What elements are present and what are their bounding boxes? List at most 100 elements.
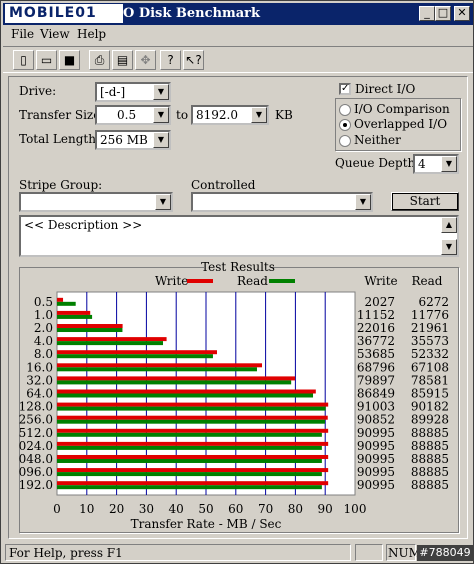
read-value: 35573 [411, 334, 449, 348]
title-bar: MOBILE01 O Disk Benchmark _ □ ✕ [3, 3, 473, 25]
read-value: 21961 [411, 321, 449, 335]
x-tick-label: 90 [318, 502, 333, 516]
scroll-up-icon[interactable]: ▲ [441, 217, 457, 233]
overlapped-io-radio[interactable] [339, 119, 351, 131]
y-category-label: 32.0 [26, 373, 53, 387]
x-tick-label: 30 [139, 502, 154, 516]
read-bar [57, 419, 325, 424]
transfer-to-value: 8192.0 [196, 108, 238, 122]
read-value: 6272 [418, 295, 449, 309]
menu-view[interactable]: View [40, 27, 70, 41]
write-bar [57, 402, 329, 407]
menu-help[interactable]: Help [77, 27, 106, 41]
transfer-from-select[interactable]: 0.5 ▼ [95, 105, 171, 125]
write-bar [57, 297, 64, 302]
write-value: 90995 [357, 439, 395, 453]
write-value: 68796 [357, 360, 395, 374]
read-value: 88885 [411, 478, 449, 492]
context-help-icon[interactable]: ↖? [183, 50, 204, 70]
chevron-down-icon[interactable]: ▼ [153, 132, 169, 148]
chevron-down-icon[interactable]: ▼ [251, 107, 267, 123]
description-box[interactable]: << Description >> ▲ ▼ [19, 215, 459, 257]
read-value: 85915 [411, 387, 449, 401]
write-bar [57, 376, 296, 381]
read-bar [57, 380, 292, 385]
print-preview-icon[interactable]: ▤ [112, 50, 133, 70]
write-value: 53685 [357, 347, 395, 361]
status-bar: For Help, press F1 NUM #788049 [3, 542, 473, 562]
drive-label: Drive: [19, 84, 57, 98]
scroll-down-icon[interactable]: ▼ [441, 239, 457, 255]
y-category-label: 4096.0 [19, 465, 53, 479]
neither-radio[interactable] [339, 135, 351, 147]
write-bar [57, 324, 123, 329]
status-caps-pane [355, 544, 383, 561]
y-category-label: 3192.0 [19, 478, 53, 492]
x-tick-label: 70 [258, 502, 273, 516]
read-bar [57, 445, 322, 450]
read-bar [57, 485, 322, 490]
chevron-down-icon[interactable]: ▼ [153, 84, 169, 100]
status-num-text: NUM [388, 546, 421, 560]
new-icon[interactable]: ▯ [13, 50, 34, 70]
maximize-button[interactable]: □ [435, 6, 451, 21]
write-bar [57, 441, 329, 446]
chevron-down-icon[interactable]: ▼ [355, 194, 371, 210]
write-value: 86849 [357, 387, 395, 401]
y-category-label: 2.0 [34, 321, 53, 335]
read-value: 88885 [411, 439, 449, 453]
status-help-pane: For Help, press F1 [5, 544, 351, 561]
controlled-label: Controlled [191, 178, 256, 192]
read-bar [57, 341, 164, 346]
chevron-down-icon[interactable]: ▼ [153, 107, 169, 123]
save-icon[interactable]: ■ [59, 50, 80, 70]
queue-depth-value: 4 [418, 157, 426, 171]
read-value: 90182 [411, 400, 449, 414]
write-bar [57, 415, 328, 420]
transfer-to-label: to [176, 108, 189, 122]
move-icon[interactable]: ✥ [135, 50, 156, 70]
controlled-select[interactable]: ▼ [191, 192, 373, 212]
menu-file[interactable]: File [11, 27, 34, 41]
start-button[interactable]: Start [391, 192, 459, 211]
write-bar [57, 350, 217, 355]
read-value: 88885 [411, 465, 449, 479]
y-category-label: 0.5 [34, 295, 53, 309]
neither-label: Neither [354, 133, 401, 147]
read-value: 67108 [411, 360, 449, 374]
x-axis-label: Transfer Rate - MB / Sec [131, 517, 282, 531]
menu-bar: File View Help [3, 26, 473, 44]
stripe-group-select[interactable]: ▼ [19, 192, 173, 212]
transfer-unit: KB [275, 108, 293, 122]
legend-write-swatch [187, 279, 213, 283]
queue-depth-select[interactable]: 4 ▼ [413, 154, 459, 174]
total-length-select[interactable]: 256 MB ▼ [95, 130, 171, 150]
direct-io-checkbox[interactable]: ✓ [339, 83, 351, 95]
read-bar [57, 328, 123, 333]
read-bar [57, 458, 322, 463]
stripe-group-label: Stripe Group: [19, 178, 103, 192]
status-help-text: For Help, press F1 [9, 546, 123, 560]
read-bar [57, 472, 322, 477]
help-icon[interactable]: ? [160, 50, 181, 70]
status-num-pane: NUM [386, 544, 421, 561]
transfer-to-select[interactable]: 8192.0 ▼ [191, 105, 269, 125]
drive-select[interactable]: [-d-] ▼ [95, 82, 171, 102]
chevron-down-icon[interactable]: ▼ [155, 194, 171, 210]
chevron-down-icon[interactable]: ▼ [441, 156, 457, 172]
io-comparison-radio[interactable] [339, 104, 351, 116]
description-text: << Description >> [24, 218, 143, 232]
open-icon[interactable]: ▭ [36, 50, 57, 70]
read-value: 88885 [411, 426, 449, 440]
x-tick-label: 60 [228, 502, 243, 516]
close-button[interactable]: ✕ [454, 6, 470, 21]
write-value: 2027 [364, 295, 395, 309]
write-value: 90995 [357, 478, 395, 492]
write-bar [57, 468, 329, 473]
total-length-label: Total Length: [19, 132, 100, 146]
y-category-label: 1024.0 [19, 439, 53, 453]
col-write-header: Write [364, 274, 397, 288]
x-tick-label: 10 [79, 502, 94, 516]
minimize-button[interactable]: _ [419, 6, 435, 21]
print-icon[interactable]: ⎙ [89, 50, 110, 70]
